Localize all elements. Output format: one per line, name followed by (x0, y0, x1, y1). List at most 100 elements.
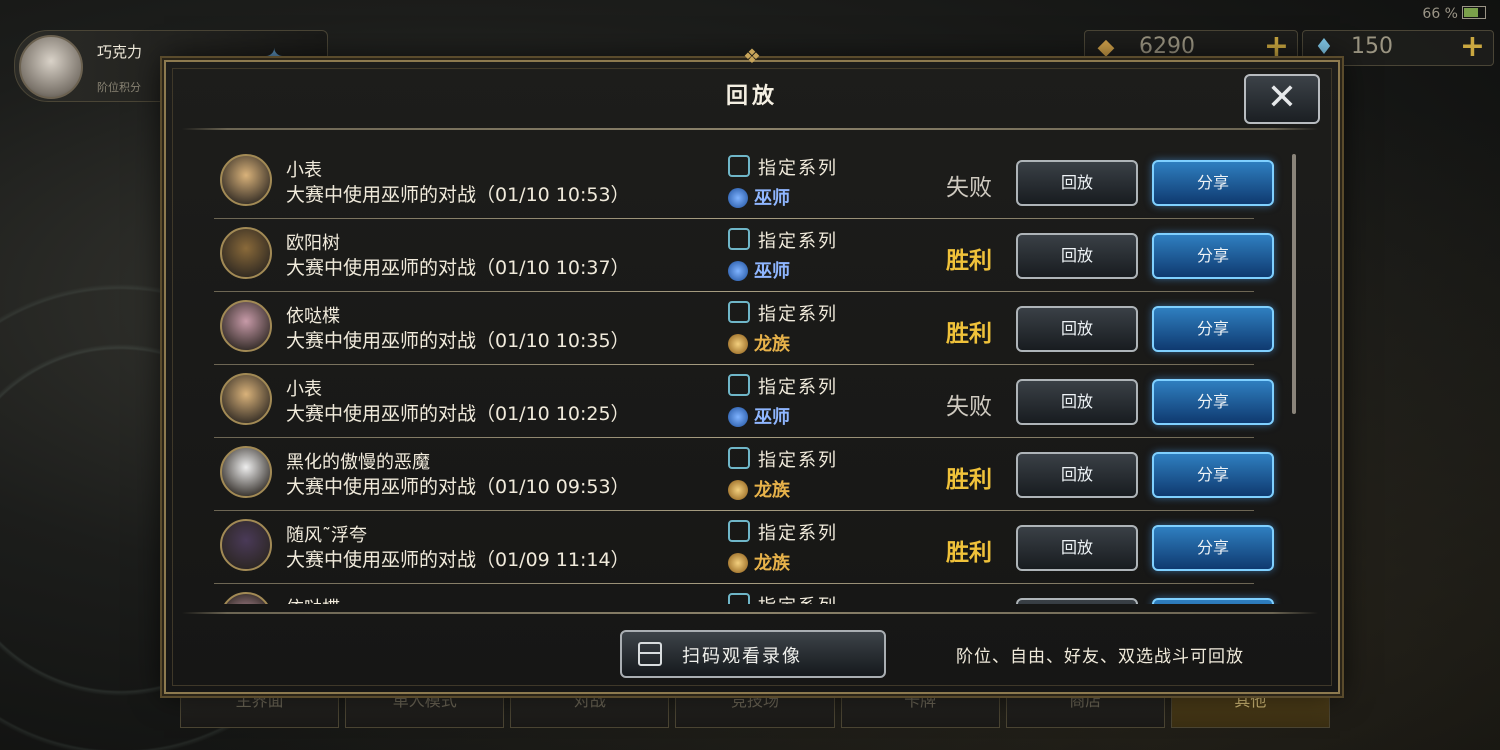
scan-icon (638, 642, 662, 666)
match-description: 大赛中使用巫师的对战（01/10 09:53） (286, 476, 630, 498)
share-button[interactable]: 分享 (1152, 233, 1274, 279)
crest-ornament-icon: ❖ (743, 44, 761, 68)
scan-qr-label: 扫码观看录像 (682, 646, 802, 667)
replay-dialog: ❖ 回放 ✕ 小表 大赛中使用巫师的对战（01/10 10:53） 指定系列 巫师 失败… (164, 44, 1340, 694)
class-label: 龙族 (754, 553, 790, 574)
status-bar: 66 % (1422, 6, 1486, 22)
opponent-name: 小表 (286, 379, 322, 400)
class-icon (728, 553, 748, 573)
divider-top (182, 128, 1318, 130)
mode-icon (728, 447, 750, 469)
replay-button[interactable]: 回放 (1016, 452, 1138, 498)
mode-icon (728, 155, 750, 177)
match-description: 大赛中使用巫师的对战（01/09 11:14） (286, 549, 630, 571)
add-crystal-button[interactable]: + (1460, 29, 1485, 64)
mode-label: 指定系列 (758, 231, 838, 252)
battery-text: 66 % (1422, 6, 1458, 22)
row-divider (214, 218, 1254, 219)
close-button[interactable]: ✕ (1244, 74, 1320, 124)
match-mode: 指定系列 (728, 592, 838, 604)
match-result: 胜利 (946, 248, 992, 274)
opponent-class: 龙族 (728, 330, 790, 356)
replay-button[interactable]: 回放 (1016, 525, 1138, 571)
opponent-avatar (220, 592, 272, 604)
gold-icon: ◆ (1097, 35, 1115, 60)
mode-label: 指定系列 (758, 158, 838, 179)
replay-button[interactable] (1016, 598, 1138, 604)
divider-bottom (182, 612, 1318, 614)
mode-icon (728, 520, 750, 542)
scan-qr-button[interactable]: 扫码观看录像 (620, 630, 886, 678)
share-button[interactable]: 分享 (1152, 306, 1274, 352)
opponent-name: 依哒楪 (286, 594, 340, 604)
class-label: 龙族 (754, 334, 790, 355)
replay-button[interactable]: 回放 (1016, 379, 1138, 425)
player-avatar[interactable] (19, 35, 83, 99)
player-subtitle: 阶位积分 (97, 81, 141, 94)
class-label: 巫师 (754, 407, 790, 428)
crystal-value: 150 (1351, 34, 1393, 59)
opponent-name: 依哒楪 (286, 306, 340, 327)
mode-icon (728, 374, 750, 396)
gold-value: 6290 (1139, 34, 1195, 59)
match-description: 大赛中使用巫师的对战（01/10 10:35） (286, 330, 630, 352)
match-result: 胜利 (946, 540, 992, 566)
replay-button[interactable]: 回放 (1016, 306, 1138, 352)
share-button[interactable]: 分享 (1152, 525, 1274, 571)
class-icon (728, 334, 748, 354)
add-gold-button[interactable]: + (1264, 29, 1289, 64)
match-result: 失败 (946, 394, 992, 420)
opponent-avatar (220, 154, 272, 206)
replay-row: 欧阳树大赛中使用巫师的对战（01/10 10:37） 指定系列巫师 胜利 回放 分享 (214, 221, 1284, 294)
mode-icon (728, 593, 750, 604)
opponent-class: 龙族 (728, 549, 790, 575)
mode-label: 指定系列 (758, 523, 838, 544)
class-label: 巫师 (754, 188, 790, 209)
replay-row: 随风˜浮夸 大赛中使用巫师的对战（01/09 11:14） 指定系列 龙族 胜利 回放 分享 (214, 513, 1284, 586)
player-name: 巧克力 (97, 43, 143, 61)
replay-row: 小表 大赛中使用巫师的对战（01/10 10:53） 指定系列 巫师 失败 回放 分享 (214, 148, 1284, 221)
mode-label: 指定系列 (758, 377, 838, 398)
replay-button[interactable]: 回放 (1016, 233, 1138, 279)
mode-label: 指定系列 (758, 450, 838, 471)
dialog-title: 回放 (725, 84, 778, 109)
match-mode: 指定系列 (728, 227, 838, 253)
row-divider (214, 364, 1254, 365)
replay-row: 依哒楪大赛中使用巫师的对战（01/10 10:35） 指定系列龙族 胜利 回放 分享 (214, 294, 1284, 367)
class-icon (728, 188, 748, 208)
replay-list[interactable]: 小表 大赛中使用巫师的对战（01/10 10:53） 指定系列 巫师 失败 回放 分享 欧阳树… (214, 148, 1284, 604)
match-description: 大赛中使用巫师的对战（01/10 10:53） (286, 184, 630, 206)
opponent-avatar (220, 519, 272, 571)
opponent-class: 巫师 (728, 257, 790, 283)
share-button[interactable] (1152, 598, 1274, 604)
opponent-avatar (220, 300, 272, 352)
replay-button[interactable]: 回放 (1016, 160, 1138, 206)
battery-icon (1462, 6, 1486, 19)
opponent-class: 龙族 (728, 476, 790, 502)
row-divider (214, 437, 1254, 438)
match-mode: 指定系列 (728, 519, 838, 545)
match-mode: 指定系列 (728, 154, 838, 180)
opponent-avatar (220, 446, 272, 498)
mode-icon (728, 228, 750, 250)
match-mode: 指定系列 (728, 446, 838, 472)
share-button[interactable]: 分享 (1152, 452, 1274, 498)
class-icon (728, 480, 748, 500)
match-mode: 指定系列 (728, 300, 838, 326)
class-icon (728, 261, 748, 281)
scrollbar[interactable] (1292, 154, 1296, 414)
mode-label: 指定系列 (758, 304, 838, 325)
class-label: 巫师 (754, 261, 790, 282)
match-result: 胜利 (946, 321, 992, 347)
share-button[interactable]: 分享 (1152, 379, 1274, 425)
row-divider (214, 583, 1254, 584)
class-label: 龙族 (754, 480, 790, 501)
opponent-name: 欧阳树 (286, 233, 340, 254)
match-description: 大赛中使用巫师的对战（01/10 10:37） (286, 257, 630, 279)
opponent-name: 小表 (286, 160, 322, 181)
opponent-name: 黑化的傲慢的恶魔 (286, 452, 430, 473)
match-mode: 指定系列 (728, 373, 838, 399)
class-icon (728, 407, 748, 427)
share-button[interactable]: 分享 (1152, 160, 1274, 206)
replay-row-partial: 依哒楪 指定系列 (214, 586, 1284, 604)
